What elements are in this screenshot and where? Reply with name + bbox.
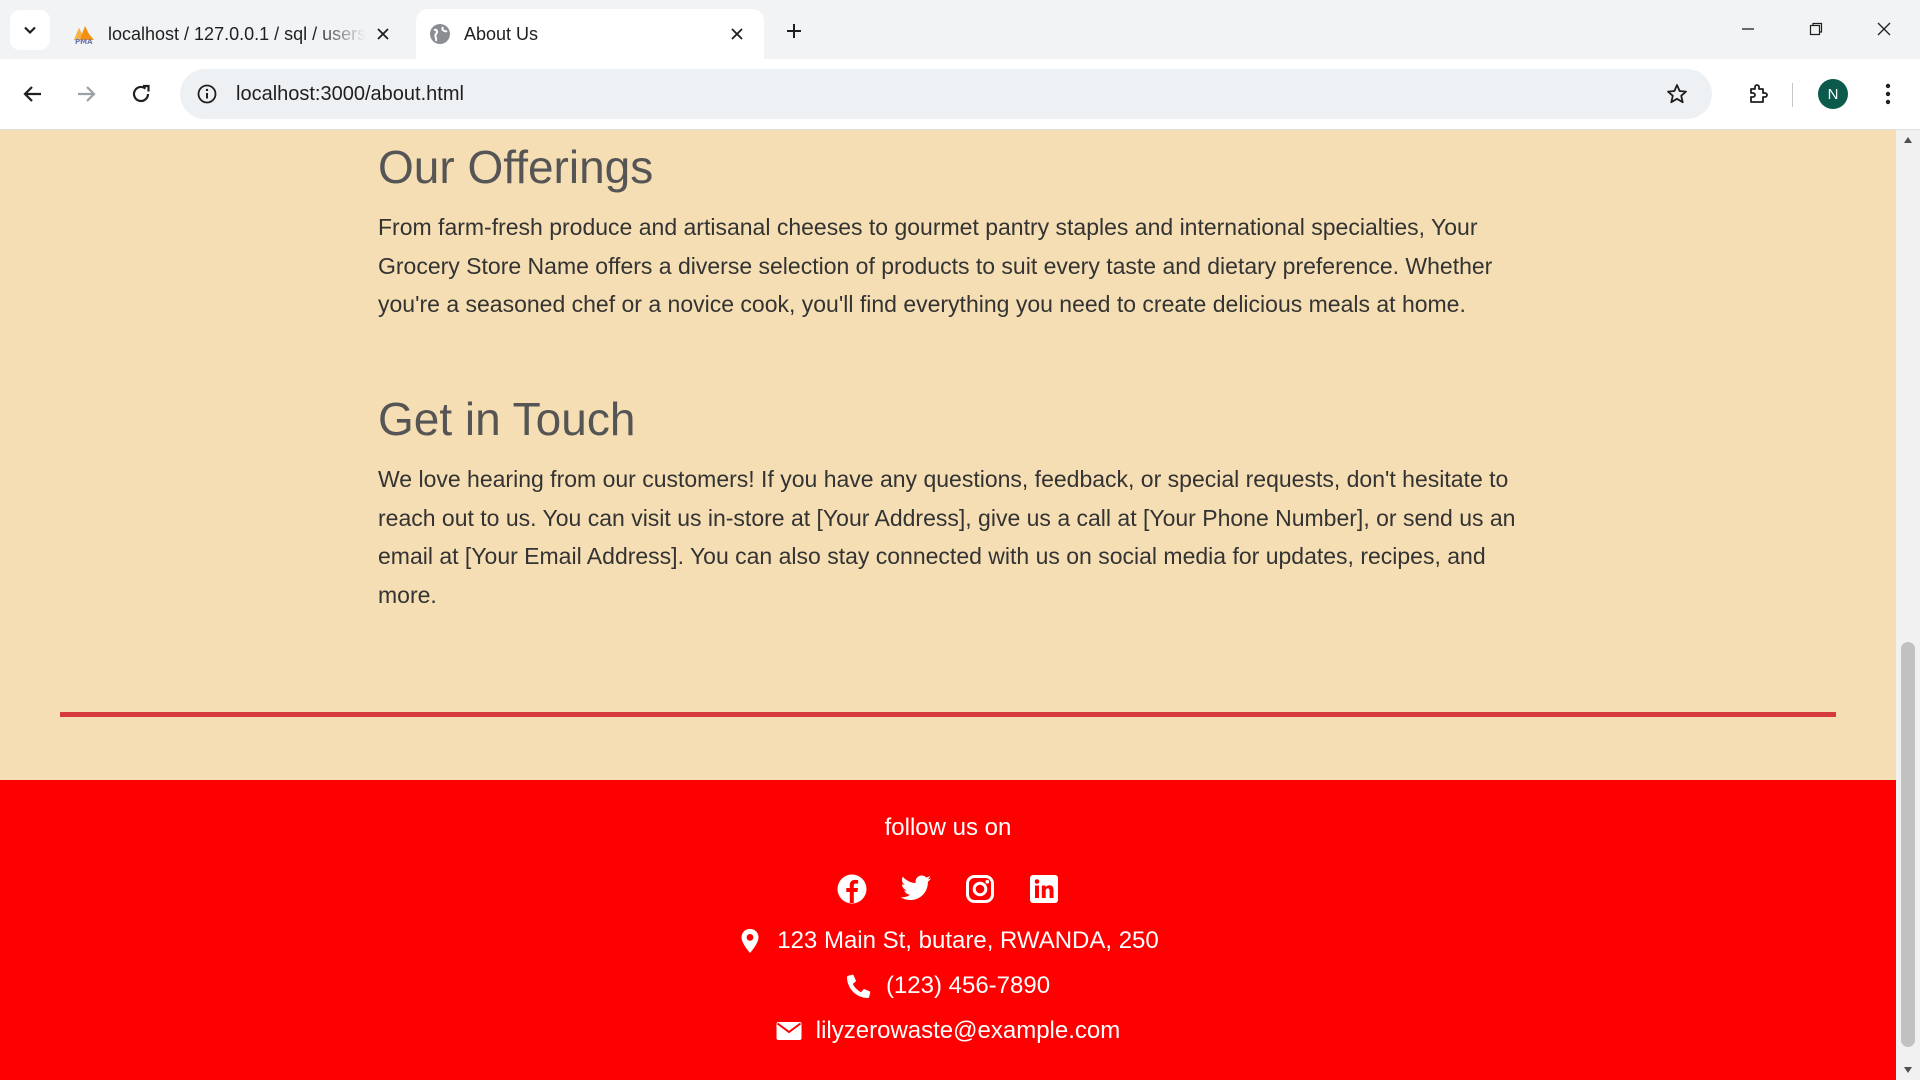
site-info-icon[interactable] xyxy=(192,79,222,109)
instagram-icon[interactable] xyxy=(963,872,997,906)
extensions-button[interactable] xyxy=(1738,74,1778,114)
plus-icon xyxy=(787,24,801,38)
tab-title: localhost / 127.0.0.1 / sql / users xyxy=(108,23,366,44)
reload-icon xyxy=(132,84,150,103)
section-get-in-touch: Get in Touch We love hearing from our cu… xyxy=(378,392,1518,614)
svg-text:PMA: PMA xyxy=(75,38,93,46)
address-text: 123 Main St, butare, RWANDA, 250 xyxy=(777,927,1159,954)
minimize-button[interactable] xyxy=(1720,8,1776,50)
vertical-scrollbar[interactable] xyxy=(1896,130,1920,1080)
caret-down-icon xyxy=(1904,1067,1912,1073)
linkedin-icon[interactable] xyxy=(1027,872,1061,906)
footer-phone: (123) 456-7890 xyxy=(0,972,1896,1000)
section-body: We love hearing from our customers! If y… xyxy=(378,466,1516,608)
close-icon xyxy=(731,28,743,40)
browser-tab-strip: PMA localhost / 127.0.0.1 / sql / users … xyxy=(0,0,1920,59)
profile-avatar[interactable]: N xyxy=(1818,79,1848,109)
arrow-right-icon xyxy=(78,86,96,102)
section-divider xyxy=(60,712,1836,717)
section-heading: Our Offerings xyxy=(378,141,654,193)
envelope-icon xyxy=(776,1018,802,1044)
follow-label: follow us on xyxy=(884,814,1012,841)
reload-button[interactable] xyxy=(121,74,161,114)
arrow-left-icon xyxy=(23,86,41,102)
page-viewport: Our Offerings From farm-fresh produce an… xyxy=(0,130,1896,1080)
minimize-icon xyxy=(1742,28,1754,30)
close-icon xyxy=(1877,22,1891,36)
new-tab-button[interactable] xyxy=(776,13,812,49)
tab-about-us[interactable]: About Us xyxy=(416,9,764,59)
close-icon xyxy=(377,28,389,40)
scroll-thumb[interactable] xyxy=(1901,642,1915,1047)
facebook-icon[interactable] xyxy=(835,872,869,906)
phone-text: (123) 456-7890 xyxy=(885,972,1051,999)
section-heading: Get in Touch xyxy=(378,393,636,445)
puzzle-icon xyxy=(1750,84,1768,103)
phpmyadmin-favicon-icon: PMA xyxy=(74,26,94,46)
section-our-offerings: Our Offerings From farm-fresh produce an… xyxy=(378,140,1518,324)
tab-phpmyadmin[interactable]: PMA localhost / 127.0.0.1 / sql / users xyxy=(60,9,410,59)
globe-icon xyxy=(430,24,450,44)
close-tab-button[interactable] xyxy=(720,17,754,51)
restore-button[interactable] xyxy=(1788,8,1844,50)
tab-title: About Us xyxy=(464,23,539,44)
restore-icon xyxy=(1809,22,1823,36)
address-text[interactable]: localhost:3000/about.html xyxy=(236,83,464,106)
scroll-up-button[interactable] xyxy=(1896,130,1920,150)
footer-address: 123 Main St, butare, RWANDA, 250 xyxy=(0,927,1896,955)
toolbar-separator xyxy=(1792,83,1793,107)
section-body: From farm-fresh produce and artisanal ch… xyxy=(378,214,1493,317)
caret-up-icon xyxy=(1904,137,1912,143)
browser-menu-button[interactable] xyxy=(1870,74,1906,114)
forward-button[interactable] xyxy=(66,74,106,114)
chevron-down-icon xyxy=(24,26,36,35)
bookmark-star-icon[interactable] xyxy=(1662,79,1692,109)
close-tab-button[interactable] xyxy=(366,17,400,51)
more-vertical-icon xyxy=(1885,83,1891,105)
footer: follow us on 123 Main St, butare, RWANDA… xyxy=(0,780,1896,1080)
map-pin-icon xyxy=(737,928,763,954)
back-button[interactable] xyxy=(13,74,53,114)
footer-email: lilyzerowaste@example.com xyxy=(0,1017,1896,1045)
browser-toolbar: localhost:3000/about.html N xyxy=(0,59,1920,130)
tab-search-button[interactable] xyxy=(10,10,50,50)
email-link[interactable]: lilyzerowaste@example.com xyxy=(816,1017,1120,1045)
twitter-icon[interactable] xyxy=(899,872,933,906)
phone-icon xyxy=(846,973,872,999)
social-links xyxy=(0,872,1896,906)
scroll-down-button[interactable] xyxy=(1896,1060,1920,1080)
close-window-button[interactable] xyxy=(1856,8,1912,50)
address-bar[interactable]: localhost:3000/about.html xyxy=(180,69,1712,119)
